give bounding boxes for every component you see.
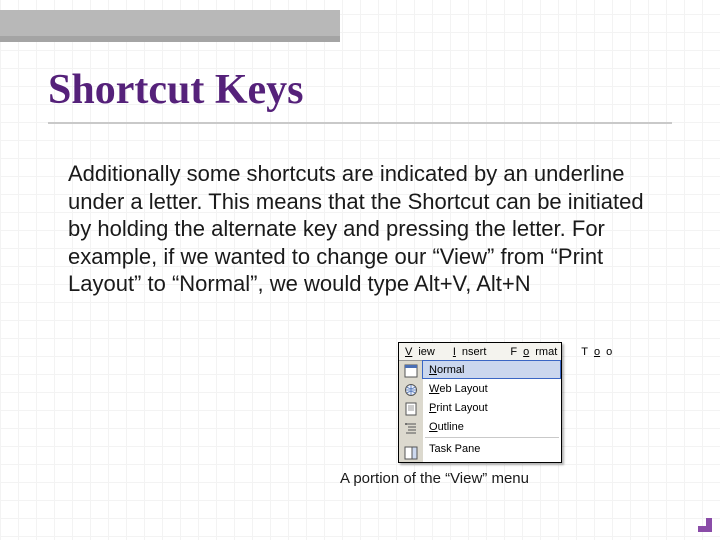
view-menu-screenshot: View Insert Format Too Normal Web [398,342,562,463]
menu-item-task-pane[interactable]: Task Pane [423,439,561,458]
menu-divider [425,437,559,438]
decorative-header-bar [0,10,340,42]
menu-item-web-layout[interactable]: Web Layout [423,379,561,398]
outline-icon [403,420,419,436]
figure-caption: A portion of the “View” menu [340,470,529,487]
print-layout-icon [403,401,419,417]
corner-accent-icon [698,518,712,532]
slide-title: Shortcut Keys [48,66,304,114]
menubar-item-insert[interactable]: Insert [447,346,499,358]
menubar-item-format[interactable]: Format [498,346,569,358]
menubar-item-tools[interactable]: Too [569,346,624,358]
web-layout-icon [403,382,419,398]
task-pane-icon [403,445,419,461]
menu-item-outline[interactable]: Outline [423,417,561,436]
menubar-item-view[interactable]: View [399,346,447,358]
menubar: View Insert Format Too [399,343,561,361]
menu-item-print-layout[interactable]: Print Layout [423,398,561,417]
title-underline [48,122,672,124]
menu-icon-strip [399,361,423,462]
slide-body-text: Additionally some shortcuts are indicate… [68,160,658,298]
menu-item-normal[interactable]: Normal [422,360,561,379]
normal-view-icon [403,363,419,379]
